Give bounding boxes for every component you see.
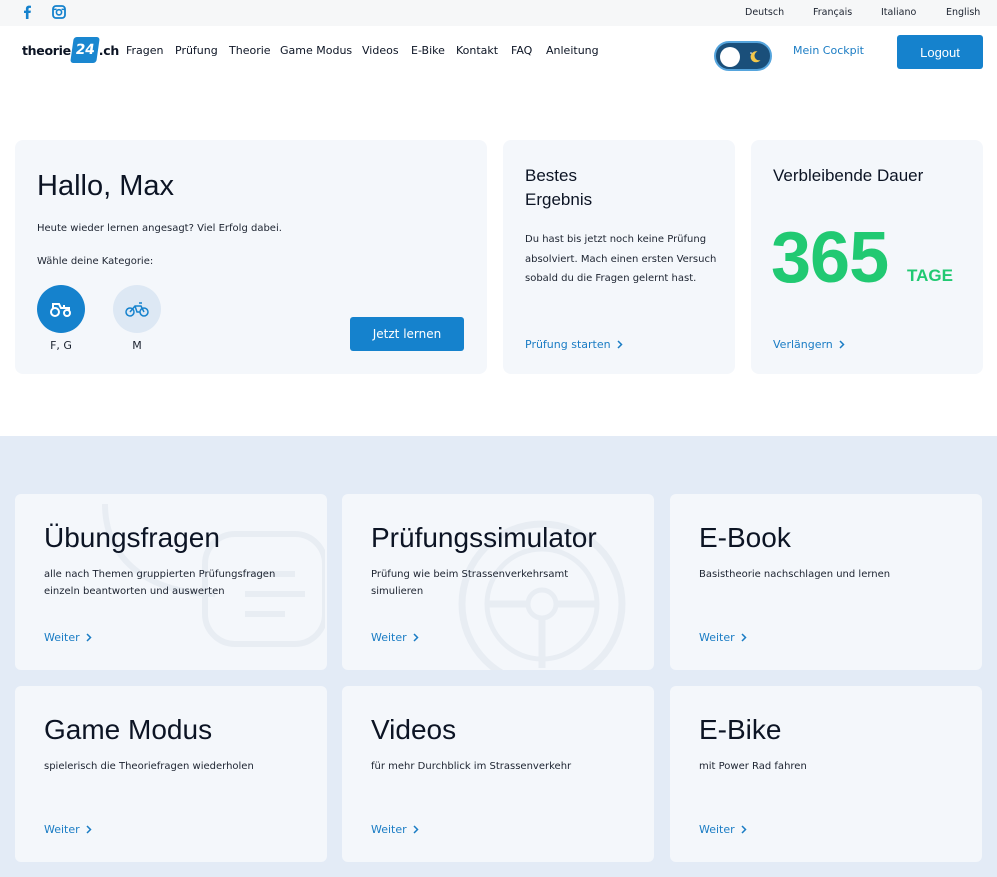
- tile-text: spielerisch die Theoriefragen wiederhole…: [44, 761, 254, 772]
- chevron-right-icon: [839, 340, 845, 349]
- category-label: Wähle deine Kategorie:: [37, 256, 154, 267]
- tile-link-label: Weiter: [699, 631, 735, 644]
- lang-it[interactable]: Italiano: [881, 7, 916, 18]
- extend-label: Verlängern: [773, 338, 833, 351]
- tile-pruefungssimulator[interactable]: Prüfungssimulator Prüfung wie beim Stras…: [342, 494, 654, 670]
- tile-link-label: Weiter: [44, 823, 80, 836]
- logo-badge: 24: [69, 37, 100, 63]
- nav-fragen[interactable]: Fragen: [126, 44, 164, 57]
- remaining-duration-card: Verbleibende Dauer 365 TAGE Verlängern: [751, 140, 983, 374]
- tile-text: Prüfung wie beim Strassenverkehrsamt sim…: [371, 569, 569, 597]
- nav-pruefung[interactable]: Prüfung: [175, 44, 218, 57]
- moon-icon: [746, 48, 764, 66]
- category-fg-button[interactable]: [37, 285, 85, 333]
- chevron-right-icon: [741, 633, 747, 642]
- chevron-right-icon: [617, 340, 623, 349]
- chevron-right-icon: [741, 825, 747, 834]
- tile-link-label: Weiter: [371, 823, 407, 836]
- tile-link[interactable]: Weiter: [371, 823, 419, 836]
- tile-ebike[interactable]: E-Bike mit Power Rad fahren Weiter: [670, 686, 982, 862]
- logo-suffix: .ch: [98, 42, 119, 58]
- nav-kontakt[interactable]: Kontakt: [456, 44, 498, 57]
- greeting-subtitle: Heute wieder lernen angesagt? Viel Erfol…: [37, 223, 282, 234]
- nav-game-modus[interactable]: Game Modus: [280, 44, 352, 57]
- chevron-right-icon: [86, 633, 92, 642]
- instagram-icon[interactable]: [50, 3, 68, 21]
- mein-cockpit-link[interactable]: Mein Cockpit: [793, 44, 864, 57]
- greeting-title: Hallo, Max: [37, 170, 174, 202]
- top-bar: Deutsch Français Italiano English: [0, 0, 997, 26]
- tractor-icon: [50, 303, 71, 317]
- chevron-right-icon: [413, 633, 419, 642]
- nav-theorie[interactable]: Theorie: [229, 44, 271, 57]
- lang-en[interactable]: English: [946, 7, 980, 18]
- category-m-button[interactable]: [113, 285, 161, 333]
- tile-text: mit Power Rad fahren: [699, 761, 807, 772]
- tile-title: Videos: [371, 714, 457, 745]
- nav-faq[interactable]: FAQ: [511, 44, 532, 57]
- toggle-knob: [720, 47, 740, 67]
- nav-videos[interactable]: Videos: [362, 44, 399, 57]
- chevron-right-icon: [413, 825, 419, 834]
- tile-link[interactable]: Weiter: [699, 823, 747, 836]
- tile-text: alle nach Themen gruppierten Prüfungsfra…: [44, 569, 276, 597]
- lang-fr[interactable]: Français: [813, 7, 852, 18]
- tile-link[interactable]: Weiter: [44, 631, 92, 644]
- best-result-title: Bestes Ergebnis: [525, 166, 593, 209]
- tile-text: für mehr Durchblick im Strassenverkehr: [371, 761, 572, 772]
- remaining-days-value: 365: [771, 218, 889, 298]
- tile-title: E-Bike: [699, 714, 782, 745]
- tile-videos[interactable]: Videos für mehr Durchblick im Strassenve…: [342, 686, 654, 862]
- remaining-title: Verbleibende Dauer: [773, 166, 924, 185]
- tile-uebungsfragen[interactable]: Übungsfragen alle nach Themen gruppierte…: [15, 494, 327, 670]
- site-logo[interactable]: theorie 24 .ch: [22, 36, 119, 64]
- tile-link[interactable]: Weiter: [371, 631, 419, 644]
- extend-link[interactable]: Verlängern: [773, 338, 845, 351]
- tile-link-label: Weiter: [371, 631, 407, 644]
- logout-button[interactable]: Logout: [897, 35, 983, 69]
- logo-prefix: theorie: [22, 42, 71, 58]
- tile-game-modus[interactable]: Game Modus spielerisch die Theoriefragen…: [15, 686, 327, 862]
- tile-ebook[interactable]: E-Book Basistheorie nachschlagen und ler…: [670, 494, 982, 670]
- nav-anleitung[interactable]: Anleitung: [546, 44, 599, 57]
- tile-title: Prüfungssimulator: [371, 522, 597, 553]
- tile-title: Game Modus: [44, 714, 213, 745]
- moped-icon: [125, 302, 149, 317]
- tile-title: E-Book: [699, 522, 791, 553]
- facebook-icon[interactable]: [18, 3, 36, 21]
- category-m-label: M: [132, 339, 142, 352]
- start-exam-link[interactable]: Prüfung starten: [525, 338, 623, 351]
- tile-title: Übungsfragen: [44, 522, 220, 553]
- chevron-right-icon: [86, 825, 92, 834]
- features-section: Übungsfragen alle nach Themen gruppierte…: [0, 436, 997, 877]
- tile-link-label: Weiter: [44, 631, 80, 644]
- tile-link-label: Weiter: [699, 823, 735, 836]
- category-fg-label: F, G: [50, 339, 72, 352]
- nav-ebike[interactable]: E-Bike: [411, 44, 445, 57]
- tile-link[interactable]: Weiter: [44, 823, 92, 836]
- best-result-card: Bestes Ergebnis Du hast bis jetzt noch k…: [503, 140, 735, 374]
- greeting-card: Hallo, Max Heute wieder lernen angesagt?…: [15, 140, 487, 374]
- start-exam-label: Prüfung starten: [525, 338, 611, 351]
- remaining-days-unit: TAGE: [907, 266, 953, 285]
- lang-de[interactable]: Deutsch: [745, 7, 784, 18]
- best-result-text: Du hast bis jetzt noch keine Prüfung abs…: [525, 234, 717, 284]
- start-learning-button[interactable]: Jetzt lernen: [350, 317, 464, 351]
- tile-link[interactable]: Weiter: [699, 631, 747, 644]
- tile-text: Basistheorie nachschlagen und lernen: [699, 569, 891, 580]
- theme-toggle[interactable]: [714, 41, 772, 71]
